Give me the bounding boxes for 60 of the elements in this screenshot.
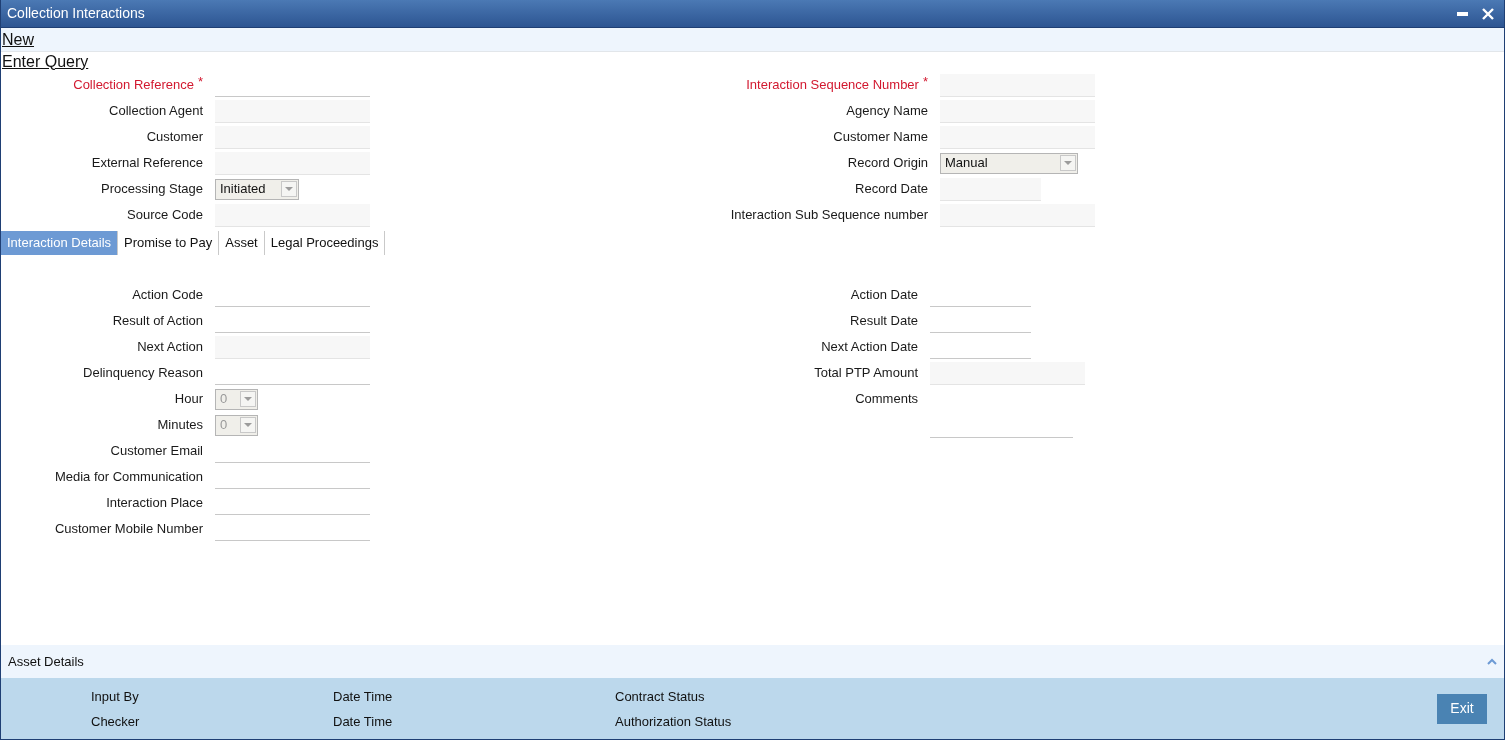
field-label: Result Date [850,312,918,331]
required-mark: * [197,75,203,89]
field-label: Result of Action [112,312,203,331]
field-label: Collection Agent [109,102,203,121]
field-label: Total PTP Amount [814,364,918,383]
field-label: Delinquency Reason [83,364,203,383]
section-title: Asset Details [8,652,84,671]
input-field[interactable] [940,73,1095,97]
field-label: Media for Communication [54,468,203,487]
audit-label: Authorization Status [615,713,733,732]
dropdown[interactable]: Initiated [215,178,299,200]
field-label: Hour [174,390,203,409]
input-field[interactable] [940,125,1095,149]
field-label: Source Code [127,206,203,225]
input-field[interactable] [215,125,370,149]
window-title: Collection Interactions [7,4,145,23]
field-label: Customer Name [833,128,928,147]
input-field[interactable] [940,99,1095,123]
field-label: Processing Stage [101,180,203,199]
caret-icon [240,391,256,407]
field-label: Action Date [850,286,918,305]
field-label: Action Code [132,286,203,305]
input-field[interactable] [215,335,370,359]
field-label: Comments [855,390,918,409]
caret-icon [1060,155,1076,171]
menu-link[interactable]: Enter Query [1,53,89,70]
collapse-icon[interactable] [1487,658,1497,665]
audit-label: Contract Status [615,688,706,707]
caret-icon [281,181,297,197]
audit-label: Date Time [333,688,394,707]
dropdown[interactable]: Manual [940,152,1078,174]
minimize-icon[interactable] [1457,11,1468,16]
input-field[interactable] [940,177,1041,201]
required-mark: * [922,75,928,89]
audit-label: Checker [90,713,141,732]
exit-button[interactable]: Exit [1437,693,1487,724]
input-field[interactable] [940,203,1095,227]
input-field[interactable] [215,99,370,123]
field-label: External Reference [91,154,203,173]
field-label: Agency Name [846,102,928,121]
field-label: Record Origin [847,154,928,173]
field-label: Customer [146,128,203,147]
input-field[interactable] [215,151,370,175]
field-label: Interaction Place [106,494,203,513]
field-label: Next Action Date [821,338,918,357]
field-label: Collection Reference [73,76,194,95]
input-field[interactable] [215,203,370,227]
field-label: Minutes [157,416,203,435]
field-label: Next Action [137,338,203,357]
field-label: Record Date [855,180,928,199]
field-label: Customer Mobile Number [54,520,203,539]
input-field[interactable] [930,361,1085,385]
audit-label: Date Time [333,713,394,732]
audit-label: Input By [90,688,140,707]
field-label: Interaction Sub Sequence number [730,206,928,225]
field-label: Customer Email [110,442,203,461]
close-icon[interactable] [1482,7,1494,20]
caret-icon [240,417,256,433]
menu-link[interactable]: New [1,31,34,48]
field-label: Interaction Sequence Number [746,76,919,95]
